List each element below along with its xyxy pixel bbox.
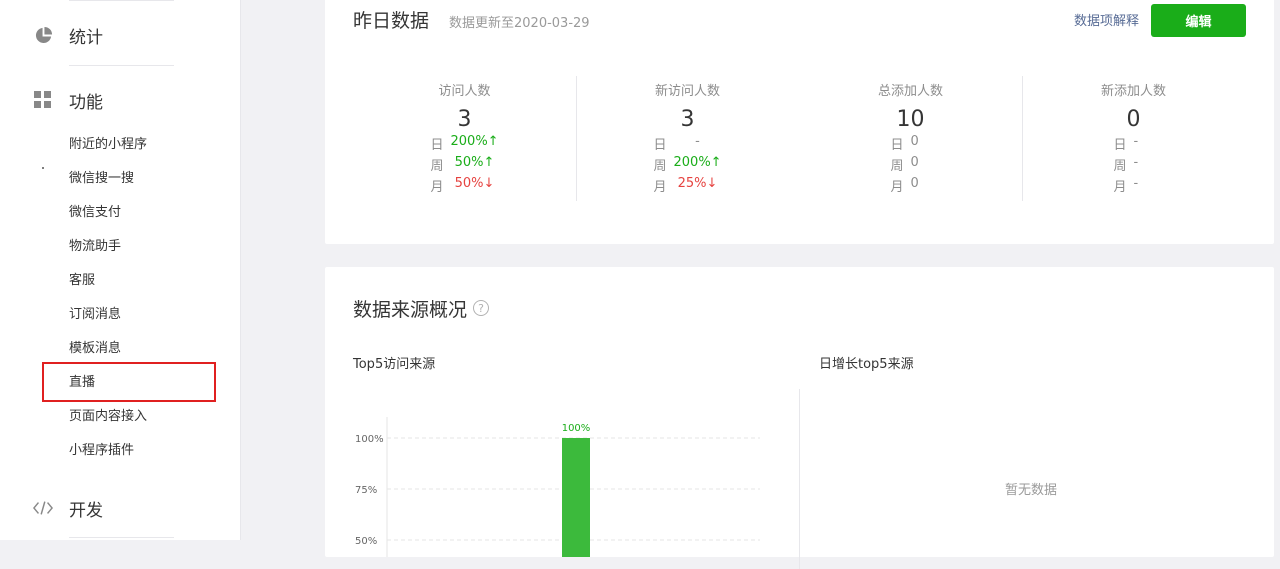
stat-row-day: 日 200%↑ (353, 134, 576, 153)
row-label: 日 (653, 138, 667, 153)
row-label: 日 (430, 138, 444, 153)
chart-divider (799, 389, 800, 569)
row-label: 月 (890, 180, 904, 195)
stat-value: 3 (680, 107, 695, 132)
stat-row-day: 日0 (799, 134, 1022, 153)
row-value: 0 (910, 176, 919, 191)
bar[interactable] (562, 438, 590, 557)
stat-row-week: 周 200%↑ (576, 155, 799, 174)
stat-name: 访问人数 (438, 84, 491, 99)
stat-row-day: 日- (1022, 134, 1245, 153)
sidebar-item-customer-service[interactable]: 客服 (69, 272, 95, 290)
row-label: 日 (1113, 138, 1127, 153)
grid-icon (33, 90, 53, 110)
code-icon (33, 498, 53, 518)
stat-visitors: 访问人数 3 日 200%↑ 周 50%↑ 月 50%↓ (353, 76, 576, 201)
row-label: 周 (430, 159, 444, 174)
top5-bar-chart: 100% 75% 50% 100% (355, 417, 760, 557)
sidebar-group-stats-label: 统计 (69, 27, 103, 48)
stat-name: 新访问人数 (654, 84, 720, 99)
stat-row-day: 日- (576, 134, 799, 153)
row-value: 0 (910, 155, 919, 170)
row-value: 50%↓ (454, 176, 495, 191)
row-label: 周 (1113, 159, 1127, 174)
sidebar-item-search[interactable]: 微信搜一搜 (69, 170, 134, 188)
stat-row-month: 月- (1022, 176, 1245, 195)
stat-row-month: 月 50%↓ (353, 176, 576, 195)
bar-value-label: 100% (562, 423, 591, 434)
y-tick-label: 75% (355, 485, 377, 496)
y-tick-label: 50% (355, 536, 377, 547)
bullet-dot (42, 167, 44, 169)
edit-button[interactable]: 编辑 (1151, 4, 1246, 37)
sidebar-group-features[interactable]: 功能 (33, 86, 103, 114)
stat-new-visitors: 新访问人数 3 日- 周 200%↑ 月 25%↓ (576, 76, 799, 201)
growth-label: 日增长top5来源 (819, 357, 914, 372)
sidebar-item-logistics[interactable]: 物流助手 (69, 238, 121, 256)
stat-value: 10 (896, 107, 925, 132)
row-value: 200%↑ (673, 155, 722, 170)
data-explain-link[interactable]: 数据项解释 (1074, 10, 1139, 29)
row-value: 200%↑ (450, 134, 499, 149)
stat-row-week: 周- (1022, 155, 1245, 174)
row-label: 月 (430, 180, 444, 195)
sidebar-divider (69, 0, 174, 1)
yesterday-title: 昨日数据 (353, 10, 430, 32)
y-tick-label: 100% (355, 434, 384, 445)
stat-row-month: 月0 (799, 176, 1022, 195)
stat-name: 总添加人数 (877, 84, 943, 99)
row-value: - (1133, 155, 1139, 170)
row-value: - (695, 134, 700, 149)
source-overview-card: 数据来源概况 ? Top5访问来源 日增长top5来源 100% 75% 50% 10… (325, 267, 1274, 569)
sidebar-group-dev[interactable]: 开发 (33, 494, 103, 522)
stat-row-week: 周 50%↑ (353, 155, 576, 174)
stat-name: 新添加人数 (1100, 84, 1166, 99)
pie-chart-icon (33, 25, 53, 45)
sidebar-group-features-label: 功能 (69, 92, 103, 113)
row-value: 0 (910, 134, 919, 149)
row-label: 月 (653, 180, 667, 195)
empty-state: 暂无数据 (1005, 483, 1058, 498)
sidebar-group-stats[interactable]: 统计 (33, 21, 103, 49)
stat-row-month: 月 25%↓ (576, 176, 799, 195)
sidebar: 统计 功能 附近的小程序 微信搜一搜 微信支付 物流助手 客服 订阅消息 模板消… (0, 0, 241, 540)
highlight-box (42, 362, 216, 402)
stat-row-week: 周0 (799, 155, 1022, 174)
yesterday-data-card: 昨日数据 数据更新至2020-03-29 数据项解释 编辑 访问人数 3 日 20… (325, 0, 1274, 244)
row-label: 周 (653, 159, 667, 174)
stat-new-added: 新添加人数 0 日- 周- 月- (1022, 76, 1245, 201)
row-label: 周 (890, 159, 904, 174)
update-time: 数据更新至2020-03-29 (449, 16, 590, 31)
stat-total-added: 总添加人数 10 日0 周0 月0 (799, 76, 1022, 201)
row-value: 25%↓ (677, 176, 718, 191)
sidebar-item-subscribe-msg[interactable]: 订阅消息 (69, 306, 121, 324)
row-label: 日 (890, 138, 904, 153)
sidebar-item-nearby[interactable]: 附近的小程序 (69, 136, 147, 154)
sidebar-item-template-msg[interactable]: 模板消息 (69, 340, 121, 358)
row-value: - (1133, 176, 1139, 191)
sidebar-item-pay[interactable]: 微信支付 (69, 204, 121, 222)
stat-value: 3 (457, 107, 472, 132)
row-value: 50%↑ (454, 155, 495, 170)
row-label: 月 (1113, 180, 1127, 195)
sidebar-item-content-access[interactable]: 页面内容接入 (69, 408, 147, 426)
sidebar-group-dev-label: 开发 (69, 500, 103, 521)
stat-value: 0 (1126, 107, 1141, 132)
sidebar-divider (69, 65, 174, 66)
row-value: - (1133, 134, 1139, 149)
sidebar-divider (69, 537, 174, 538)
sidebar-item-plugins[interactable]: 小程序插件 (69, 442, 134, 460)
